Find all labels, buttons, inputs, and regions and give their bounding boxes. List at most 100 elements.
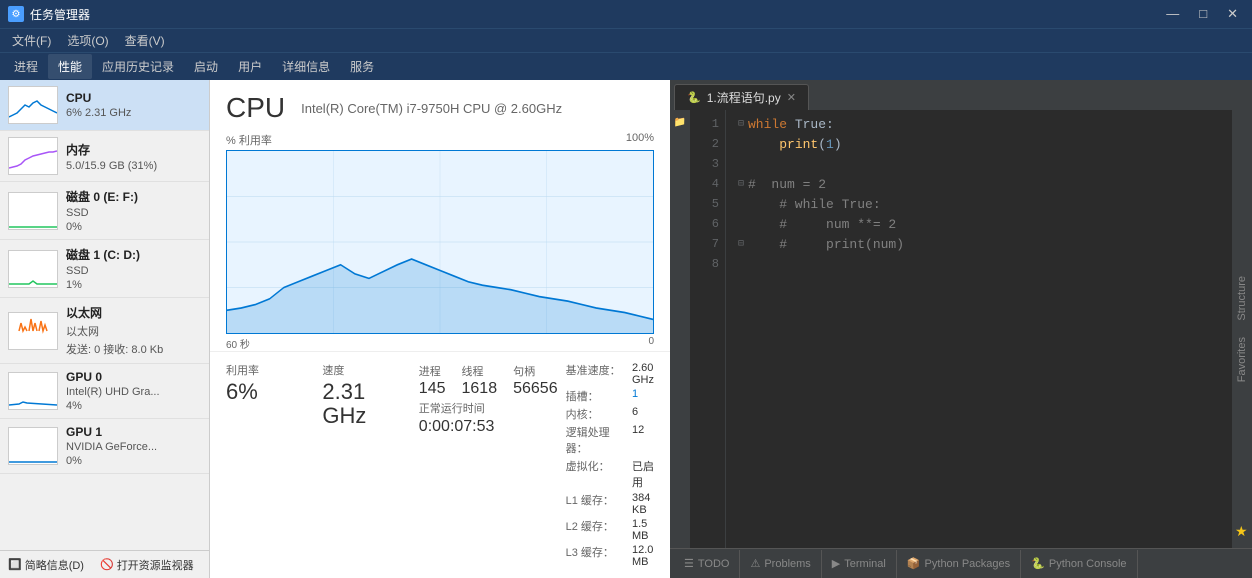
cpu-graph-labels: 60 秒 0 xyxy=(226,336,654,351)
op-colon: : xyxy=(826,117,834,132)
handle-label: 句柄 xyxy=(513,366,535,378)
comment-4: # num = 2 xyxy=(748,177,826,192)
python-console-tab[interactable]: 🐍 Python Console xyxy=(1021,550,1137,578)
tab-bar: 进程 性能 应用历史记录 启动 用户 详细信息 服务 xyxy=(0,52,1252,80)
sidebar-item-cpu[interactable]: CPU 6% 2.31 GHz xyxy=(0,80,209,131)
sidebar-item-memory[interactable]: 内存 5.0/15.9 GB (31%) xyxy=(0,131,209,182)
gpu0-detail2: 4% xyxy=(66,400,201,412)
sidebar-item-disk0[interactable]: 磁盘 0 (E: F:) SSD 0% xyxy=(0,182,209,240)
graph-end-label: 0 xyxy=(648,336,654,351)
proc-label: 逻辑处理器： xyxy=(566,424,624,456)
builtin-true: True xyxy=(795,117,826,132)
sidebar-item-gpu1[interactable]: GPU 1 NVIDIA GeForce... 0% xyxy=(0,419,209,474)
tab-services[interactable]: 服务 xyxy=(340,54,384,79)
cpu-detail: 6% 2.31 GHz xyxy=(66,107,201,119)
gpu1-info: GPU 1 NVIDIA GeForce... 0% xyxy=(66,425,201,467)
terminal-label: Terminal xyxy=(844,558,886,570)
maximize-button[interactable]: □ xyxy=(1193,4,1213,24)
title-bar: ⚙ 任务管理器 — □ ✕ xyxy=(0,0,1252,28)
menu-view[interactable]: 查看(V) xyxy=(117,30,173,51)
fold-8 xyxy=(734,254,748,274)
fold-7[interactable]: ⊟ xyxy=(734,234,748,254)
disk1-label: 磁盘 1 (C: D:) xyxy=(66,246,201,263)
python-packages-tab[interactable]: 📦 Python Packages xyxy=(897,550,1021,578)
minimize-button[interactable]: — xyxy=(1160,4,1185,24)
comment-7: # print(num) xyxy=(748,237,904,252)
line-num-7: 7 xyxy=(690,234,725,254)
tab-startup[interactable]: 启动 xyxy=(184,54,228,79)
process-value: 145 xyxy=(419,380,446,398)
disk1-detail2: 1% xyxy=(66,279,201,291)
pycharm-file-tab[interactable]: 🐍 1.流程语句.py ✕ xyxy=(674,84,809,110)
op-paren-open: ( xyxy=(818,137,826,152)
code-line-1: ⊟ while True : xyxy=(734,114,1224,134)
menu-options[interactable]: 选项(O) xyxy=(59,30,116,51)
problems-tab[interactable]: ⚠ Problems xyxy=(740,550,821,578)
menu-file[interactable]: 文件(F) xyxy=(4,30,59,51)
tab-users[interactable]: 用户 xyxy=(228,54,272,79)
line-num-2: 2 xyxy=(690,134,725,154)
todo-label: TODO xyxy=(698,558,730,570)
gpu1-detail1: NVIDIA GeForce... xyxy=(66,441,201,453)
uptime-value: 0:00:07:53 xyxy=(419,418,558,436)
sidebar-item-gpu0[interactable]: GPU 0 Intel(R) UHD Gra... 4% xyxy=(0,364,209,419)
sidebar-item-eth[interactable]: 以太网 以太网 发送: 0 接收: 8.0 Kb xyxy=(0,298,209,364)
tab-app-history[interactable]: 应用历史记录 xyxy=(92,54,184,79)
disk0-detail1: SSD xyxy=(66,207,201,219)
pycharm-tab-bar: 🐍 1.流程语句.py ✕ xyxy=(670,80,1252,110)
summary-button[interactable]: 🔲 简略信息(D) xyxy=(8,557,84,573)
terminal-tab[interactable]: ▶ Terminal xyxy=(822,550,897,578)
tab-details[interactable]: 详细信息 xyxy=(272,54,340,79)
sidebar-scroll[interactable]: CPU 6% 2.31 GHz 内存 5.0/15.9 GB (31%) xyxy=(0,80,209,550)
num-1: 1 xyxy=(826,137,834,152)
code-line-7: ⊟ # print(num) xyxy=(734,234,1224,254)
disk0-label: 磁盘 0 (E: F:) xyxy=(66,188,201,205)
disk0-info: 磁盘 0 (E: F:) SSD 0% xyxy=(66,188,201,233)
comment-5: # while True: xyxy=(748,197,881,212)
gpu1-label: GPU 1 xyxy=(66,425,201,439)
window-controls: — □ ✕ xyxy=(1160,4,1244,24)
structure-sidebar-label[interactable]: Structure xyxy=(1236,268,1248,329)
pycharm-tab-name: 1.流程语句.py xyxy=(707,89,781,106)
comment-6: # num **= 2 xyxy=(748,217,896,232)
tab-performance[interactable]: 性能 xyxy=(48,54,92,79)
code-area[interactable]: ⊟ while True : print ( 1 ) xyxy=(726,110,1232,548)
todo-tab[interactable]: ☰ TODO xyxy=(674,550,740,578)
cpu-graph-area: % 利用率 100% 60 秒 0 xyxy=(210,132,670,351)
disk0-detail2: 0% xyxy=(66,221,201,233)
uptime-label: 正常运行时间 xyxy=(419,400,558,416)
speed-label: 速度 xyxy=(322,362,410,378)
line-num-1: 1 xyxy=(690,114,725,134)
mem-label: 内存 xyxy=(66,141,201,158)
tab-process[interactable]: 进程 xyxy=(4,54,48,79)
mem-thumb xyxy=(8,137,58,175)
sidebar-item-disk1[interactable]: 磁盘 1 (C: D:) SSD 1% xyxy=(0,240,209,298)
eth-thumb xyxy=(8,312,58,350)
project-sidebar-icon[interactable]: 📁 xyxy=(672,114,688,130)
app-icon: ⚙ xyxy=(8,6,24,22)
main-content: CPU 6% 2.31 GHz 内存 5.0/15.9 GB (31%) xyxy=(0,80,1252,578)
mem-detail: 5.0/15.9 GB (31%) xyxy=(66,160,201,172)
l1-value: 384 KB xyxy=(632,492,654,516)
tab-close-button[interactable]: ✕ xyxy=(787,91,796,104)
fold-4[interactable]: ⊟ xyxy=(734,174,748,194)
open-monitor-label: 打开资源监视器 xyxy=(117,557,194,573)
l3-label: L3 缓存： xyxy=(566,544,624,568)
tm-sidebar: CPU 6% 2.31 GHz 内存 5.0/15.9 GB (31%) xyxy=(0,80,210,578)
code-line-6: # num **= 2 xyxy=(734,214,1224,234)
prohibit-icon: 🚫 xyxy=(100,558,114,571)
fold-1[interactable]: ⊟ xyxy=(734,114,748,134)
favorites-star-icon[interactable]: ★ xyxy=(1235,523,1248,540)
favorites-sidebar-label[interactable]: Favorites xyxy=(1236,329,1248,390)
open-monitor-button[interactable]: 🚫 打开资源监视器 xyxy=(100,557,194,573)
close-button[interactable]: ✕ xyxy=(1221,4,1244,24)
code-line-3 xyxy=(734,154,1224,174)
pycharm-right-sidebar: Structure Favorites ★ xyxy=(1232,110,1252,548)
code-line-2: print ( 1 ) xyxy=(734,134,1224,154)
eth-detail1: 以太网 xyxy=(66,323,201,339)
stat-utilization: 利用率 6% xyxy=(226,362,314,568)
gpu0-detail1: Intel(R) UHD Gra... xyxy=(66,386,201,398)
tm-main-area: CPU Intel(R) Core(TM) i7-9750H CPU @ 2.6… xyxy=(210,80,670,578)
slots-value: 1 xyxy=(632,388,654,404)
summary-icon: 🔲 xyxy=(8,558,22,571)
